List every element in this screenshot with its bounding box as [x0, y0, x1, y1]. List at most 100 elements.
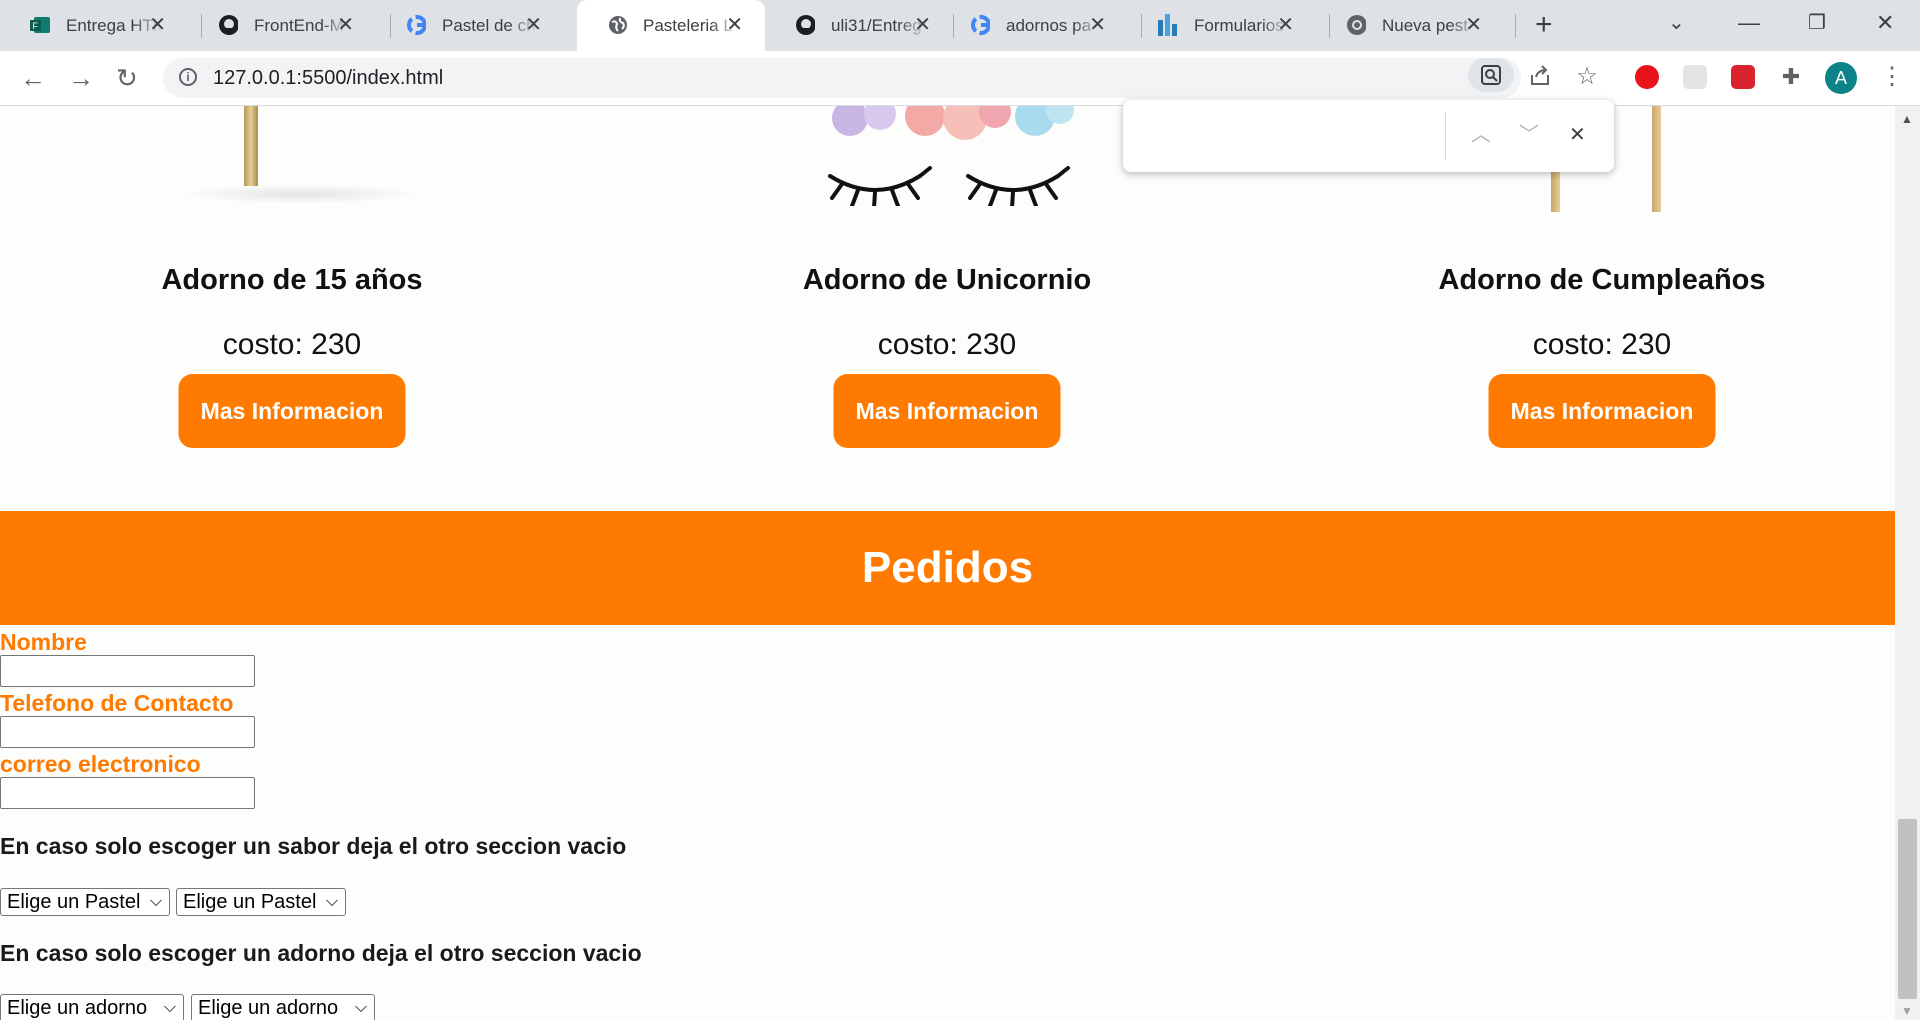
close-icon[interactable]: ✕ [149, 14, 166, 36]
address-bar[interactable]: i 127.0.0.1:5500/index.html [163, 58, 1521, 98]
close-icon[interactable]: ✕ [726, 14, 743, 36]
minimize-icon[interactable]: — [1738, 10, 1760, 36]
email-label: correo electronico [0, 751, 201, 777]
decor-select-1[interactable]: Elige un adorno ⌵ [0, 994, 184, 1020]
tab-title: Entrega HTML [66, 16, 162, 35]
tab-pastel[interactable]: Pastel de ch ✕ [376, 0, 564, 51]
close-icon[interactable]: ✕ [1465, 14, 1482, 36]
adblock-icon[interactable] [1635, 65, 1659, 89]
scroll-down-icon[interactable]: ▼ [1901, 1004, 1913, 1018]
chevron-down-icon: ⌵ [163, 999, 176, 1016]
scroll-up-icon[interactable]: ▲ [1901, 112, 1913, 126]
tab-nueva[interactable]: Nueva pest ✕ [1316, 0, 1504, 51]
new-tab-icon[interactable]: + [1535, 10, 1553, 40]
svg-text:F: F [33, 21, 39, 31]
restore-icon[interactable]: ❐ [1808, 10, 1826, 35]
product-name: Adorno de Cumpleaños [1438, 264, 1766, 296]
tab-formularios[interactable]: Formularios ✕ [1128, 0, 1316, 51]
chevron-down-icon: ⌵ [325, 893, 338, 910]
tab-entrega[interactable]: F Entrega HTML ✕ [0, 0, 188, 51]
product-price: costo: 230 [1532, 328, 1672, 361]
scrollbar-thumb[interactable] [1898, 819, 1917, 999]
tab-frontend[interactable]: FrontEnd-M ✕ [188, 0, 376, 51]
back-icon[interactable]: ← [20, 63, 46, 93]
phone-label: Telefono de Contacto [0, 690, 234, 716]
tab-title: adornos pa [1006, 16, 1092, 35]
more-info-button[interactable]: Mas Informacion [833, 374, 1061, 448]
tab-separator [1515, 14, 1516, 38]
window-close-icon[interactable]: ✕ [1876, 10, 1894, 36]
tab-adornos[interactable]: adornos pa ✕ [940, 0, 1128, 51]
forms-icon: F [30, 15, 50, 35]
find-input[interactable] [1139, 118, 1433, 156]
select-value: Elige un Pastel [183, 891, 317, 913]
chevron-down-icon: ⌵ [149, 893, 162, 910]
close-icon[interactable]: ✕ [1089, 14, 1106, 36]
tab-title: FrontEnd-M [254, 16, 344, 35]
tab-uli31[interactable]: uli31/Entreg ✕ [765, 0, 953, 51]
birthday-topper-stick-right [1652, 106, 1661, 212]
close-icon[interactable]: ✕ [914, 14, 931, 36]
name-field[interactable] [0, 655, 255, 687]
tab-title: Pastel de ch [442, 16, 536, 35]
chrome-icon [1346, 15, 1366, 35]
tab-search-icon[interactable]: ⌄ [1668, 10, 1685, 35]
find-close-icon[interactable]: ✕ [1569, 122, 1586, 148]
url-text: 127.0.0.1:5500/index.html [213, 67, 444, 89]
email-field[interactable] [0, 777, 255, 809]
find-next-icon[interactable]: ﹀ [1519, 122, 1539, 148]
chevron-down-icon: ⌵ [354, 999, 367, 1016]
tab-title: Nueva pest [1382, 16, 1468, 35]
github-icon [795, 15, 815, 35]
tab-title: Pasteleria L [643, 16, 733, 35]
find-in-page-icon[interactable] [1468, 58, 1514, 92]
google-icon [970, 15, 990, 35]
select-value: Elige un adorno [198, 997, 339, 1019]
google-icon [406, 15, 426, 35]
site-info-icon[interactable]: i [179, 68, 197, 86]
github-icon [218, 15, 238, 35]
select-value: Elige un Pastel [7, 891, 141, 913]
page-content: Adorno de 15 años costo: 230 Mas Informa… [0, 106, 1895, 1020]
phone-field[interactable] [0, 716, 255, 748]
close-icon[interactable]: ✕ [1277, 14, 1294, 36]
product-price: costo: 230 [877, 328, 1017, 361]
more-info-button[interactable]: Mas Informacion [178, 374, 406, 448]
share-icon[interactable] [1527, 63, 1553, 89]
close-icon[interactable]: ✕ [337, 14, 354, 36]
cake-flavor-select-1[interactable]: Elige un Pastel ⌵ [0, 888, 170, 916]
find-previous-icon[interactable]: ︿ [1471, 122, 1491, 148]
section-title: Pedidos [861, 543, 1034, 592]
extensions-puzzle-icon[interactable]: ✚ [1779, 65, 1803, 89]
avatar[interactable]: A [1825, 62, 1857, 94]
product-price: costo: 230 [222, 328, 362, 361]
tab-title: Formularios [1194, 16, 1284, 35]
product-name: Adorno de Unicornio [802, 264, 1092, 296]
select-value: Elige un adorno [7, 997, 148, 1019]
forms-chart-icon [1158, 14, 1178, 36]
menu-icon[interactable]: ⋮ [1880, 62, 1904, 91]
more-info-button[interactable]: Mas Informacion [1488, 374, 1716, 448]
decor-select-2[interactable]: Elige un adorno ⌵ [191, 994, 375, 1020]
forward-icon[interactable]: → [68, 63, 94, 93]
reload-icon[interactable]: ↻ [116, 63, 138, 93]
tab-title: uli31/Entreg [831, 16, 922, 35]
unicorn-topper-image [828, 106, 1074, 206]
cake-topper-15-image [244, 106, 258, 186]
image-shadow [180, 184, 420, 204]
pedidos-header: Pedidos [0, 511, 1895, 625]
close-icon[interactable]: ✕ [525, 14, 542, 36]
extension-grey-icon[interactable] [1683, 65, 1707, 89]
flavor-hint: En caso solo escoger un sabor deja el ot… [0, 833, 627, 859]
find-bar: ︿ ﹀ ✕ [1123, 100, 1614, 172]
find-divider [1445, 112, 1446, 160]
tab-pasteleria[interactable]: Pasteleria L ✕ [577, 0, 765, 51]
bookmark-star-icon[interactable]: ☆ [1574, 63, 1600, 90]
page-scrollbar[interactable]: ▲ ▼ [1895, 106, 1920, 1020]
cake-flavor-select-2[interactable]: Elige un Pastel ⌵ [176, 888, 346, 916]
browser-toolbar: ← → ↻ i 127.0.0.1:5500/index.html [0, 51, 1920, 106]
video-extension-icon[interactable] [1731, 65, 1755, 89]
product-name: Adorno de 15 años [161, 264, 423, 296]
decor-hint: En caso solo escoger un adorno deja el o… [0, 940, 642, 966]
tab-strip: F Entrega HTML ✕ FrontEnd-M ✕ Pastel de … [0, 0, 1920, 51]
